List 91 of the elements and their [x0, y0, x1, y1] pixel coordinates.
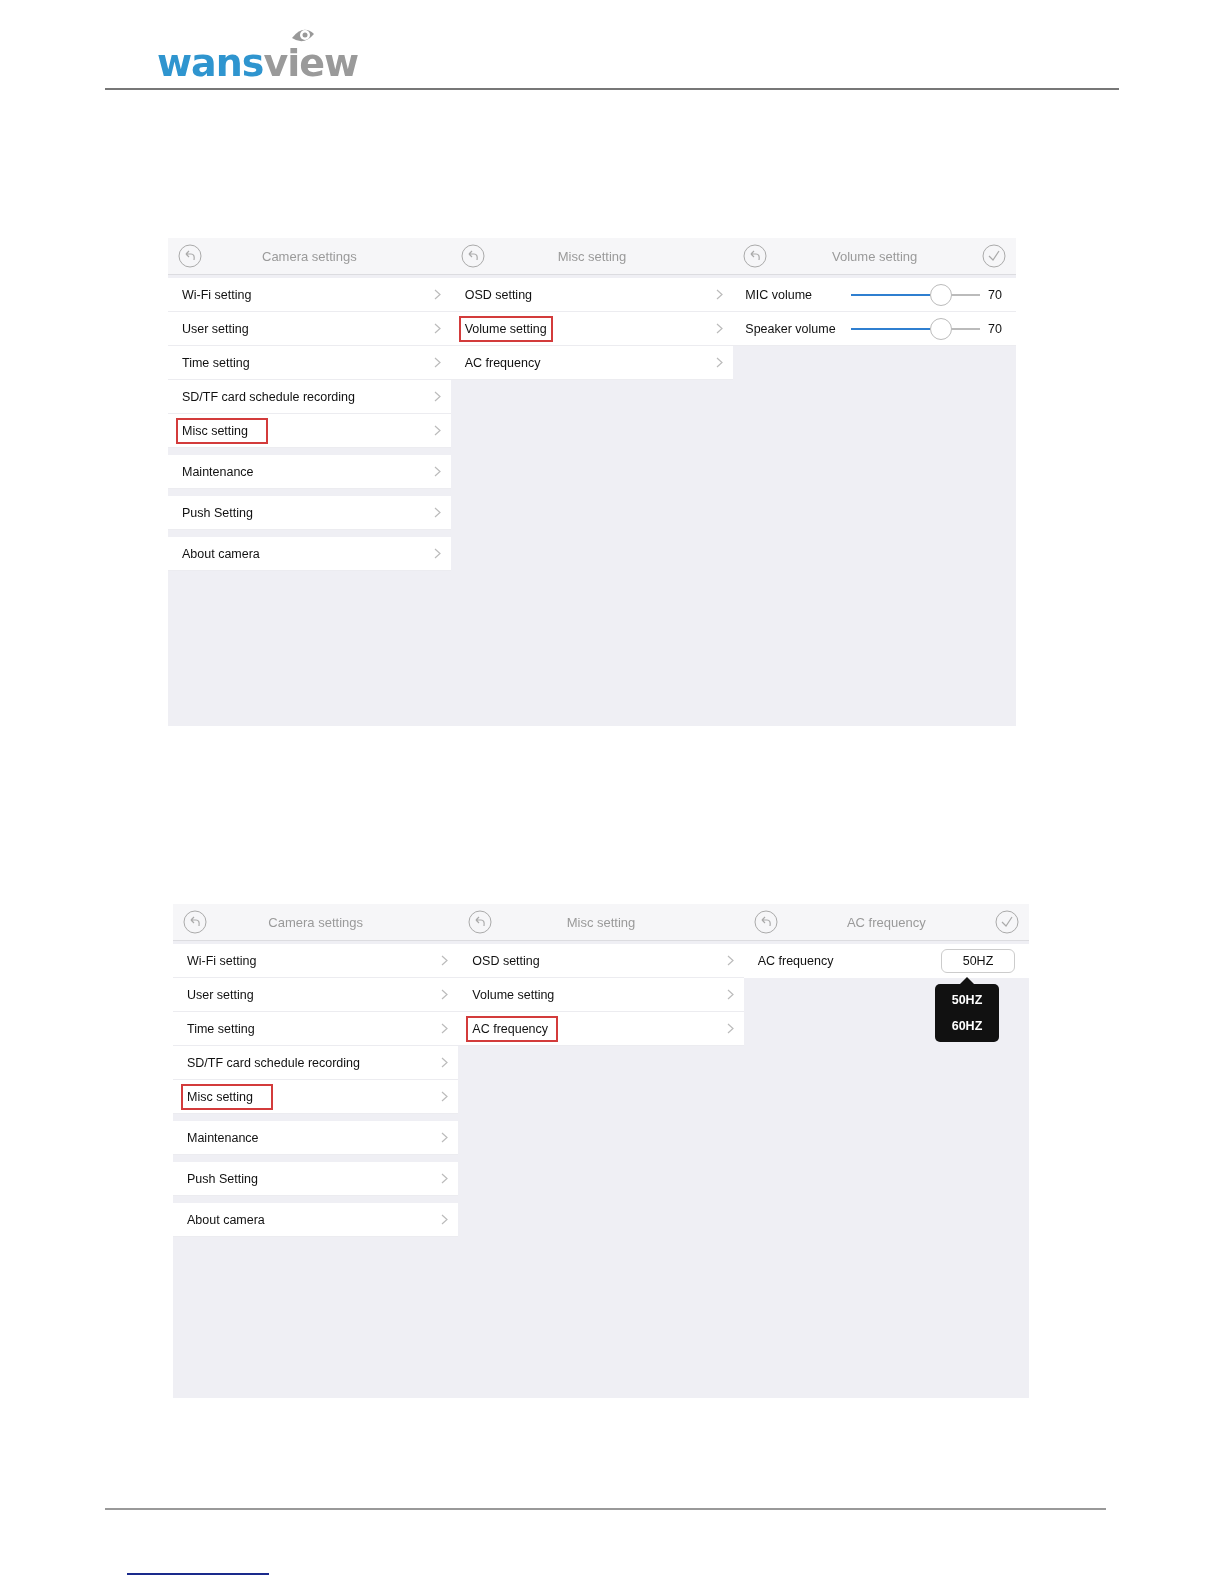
slider-thumb[interactable]: [930, 317, 953, 340]
menu-item[interactable]: OSD setting: [450, 278, 734, 312]
menu-item[interactable]: OSD setting: [458, 944, 744, 978]
menu-label: Volume setting: [471, 986, 556, 1004]
menu-item[interactable]: AC frequency: [450, 346, 734, 380]
chevron-icon: [433, 289, 441, 300]
menu-item[interactable]: Wi-Fi setting: [173, 944, 459, 978]
chevron-icon: [441, 1091, 449, 1102]
highlighted-label: Misc setting: [181, 1083, 273, 1110]
menu-label: AC frequency: [463, 354, 542, 372]
menu-label: Push Setting: [186, 1170, 259, 1188]
back-icon[interactable]: [460, 244, 485, 268]
logo: wansview: [157, 44, 359, 82]
menu-item[interactable]: Maintenance: [168, 455, 451, 489]
screen-title: Misc setting: [556, 248, 628, 264]
confirm-icon[interactable]: [982, 244, 1006, 268]
slider-label: MIC volume: [745, 287, 813, 302]
chevron-icon: [433, 425, 441, 436]
menu-label: Maintenance: [186, 1129, 260, 1147]
menu-item[interactable]: Maintenance: [173, 1121, 459, 1155]
back-icon[interactable]: [183, 910, 207, 934]
back-icon[interactable]: [743, 244, 768, 268]
chevron-icon: [726, 955, 734, 966]
chevron-icon: [726, 989, 734, 1000]
chevron-icon: [441, 955, 449, 966]
menu-item[interactable]: Volume setting: [450, 312, 734, 346]
confirm-icon[interactable]: [995, 910, 1019, 934]
chevron-icon: [441, 989, 449, 1000]
menu-item[interactable]: Time setting: [173, 1012, 459, 1046]
menu-label: Push Setting: [181, 504, 254, 522]
menu-label: SD/TF card schedule recording: [181, 388, 356, 406]
back-icon[interactable]: [753, 910, 778, 934]
menu-item[interactable]: Volume setting: [458, 978, 744, 1012]
menu-item[interactable]: Wi-Fi setting: [168, 278, 451, 312]
slider-value: 70: [988, 287, 1002, 302]
menu-item[interactable]: Misc setting: [168, 414, 451, 448]
highlighted-label: AC frequency: [466, 1015, 559, 1042]
chevron-icon: [716, 323, 724, 334]
menu-label: OSD setting: [463, 286, 534, 304]
chevron-icon: [433, 323, 441, 334]
chevron-icon: [433, 548, 441, 559]
menu-label: User setting: [181, 320, 250, 338]
menu-item[interactable]: Time setting: [168, 346, 451, 380]
menu-label: User setting: [186, 986, 255, 1004]
menu-item[interactable]: About camera: [168, 537, 451, 571]
slider-value: 70: [988, 321, 1002, 336]
menu-label: About camera: [186, 1211, 266, 1229]
slider-label: Speaker volume: [745, 321, 837, 336]
menu-item[interactable]: About camera: [173, 1203, 459, 1237]
chevron-icon: [726, 1023, 734, 1034]
highlighted-label: Misc setting: [176, 417, 268, 444]
menu-item[interactable]: Misc setting: [173, 1080, 459, 1114]
menu-label: Time setting: [181, 354, 251, 372]
menu-label: Wi-Fi setting: [181, 286, 253, 304]
chevron-icon: [433, 507, 441, 518]
back-icon[interactable]: [468, 910, 493, 934]
menu-item[interactable]: Push Setting: [168, 496, 451, 530]
screen-title: Volume setting: [831, 248, 919, 264]
menu-item[interactable]: User setting: [173, 978, 459, 1012]
menu-item[interactable]: Push Setting: [173, 1162, 459, 1196]
chevron-icon: [433, 357, 441, 368]
chevron-icon: [441, 1023, 449, 1034]
menu-item[interactable]: AC frequency: [458, 1012, 744, 1046]
menu-label: Wi-Fi setting: [186, 952, 258, 970]
chevron-icon: [441, 1132, 449, 1143]
menu-item[interactable]: User setting: [168, 312, 451, 346]
chevron-icon: [441, 1214, 449, 1225]
menu-item[interactable]: SD/TF card schedule recording: [173, 1046, 459, 1080]
field-label: AC frequency: [757, 954, 835, 968]
chevron-icon: [716, 357, 724, 368]
chevron-icon: [433, 466, 441, 477]
dropdown-option[interactable]: 60HZ: [951, 1016, 983, 1036]
screen-title: AC frequency: [845, 914, 927, 930]
screen-title: Misc setting: [565, 914, 637, 930]
menu-label: Maintenance: [181, 463, 255, 481]
chevron-icon: [441, 1057, 449, 1068]
chevron-icon: [433, 391, 441, 402]
back-icon[interactable]: [178, 244, 202, 268]
dropdown-option[interactable]: 50HZ: [951, 990, 983, 1010]
chevron-icon: [441, 1173, 449, 1184]
frequency-select[interactable]: 50HZ: [941, 949, 1015, 973]
menu-label: About camera: [181, 545, 261, 563]
slider-thumb[interactable]: [930, 283, 953, 306]
screen-title: Camera settings: [267, 914, 364, 930]
highlighted-label: Volume setting: [458, 315, 553, 342]
chevron-icon: [716, 289, 724, 300]
menu-label: OSD setting: [471, 952, 541, 970]
menu-item[interactable]: SD/TF card schedule recording: [168, 380, 451, 414]
screen-title: Camera settings: [261, 248, 358, 264]
menu-label: Time setting: [186, 1020, 256, 1038]
menu-label: SD/TF card schedule recording: [186, 1054, 361, 1072]
